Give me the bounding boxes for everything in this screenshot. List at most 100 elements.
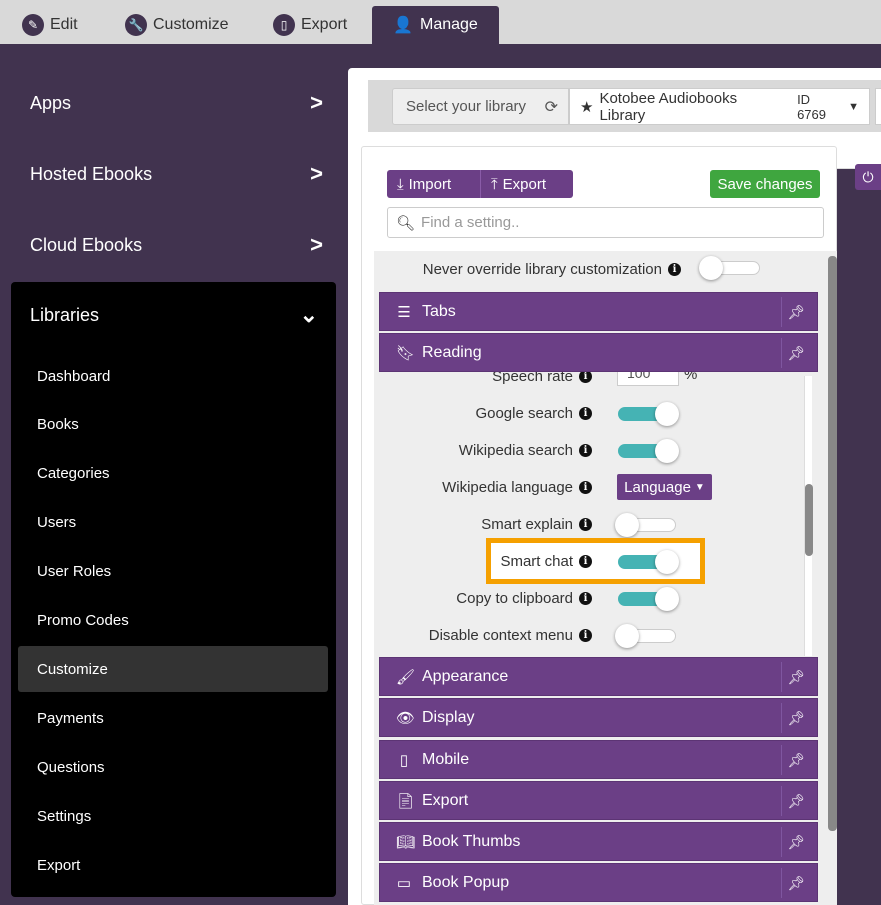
wikipedia-search-toggle[interactable] bbox=[618, 439, 679, 463]
mobile-icon: ▯ bbox=[399, 751, 409, 769]
settings-list: Never override library customization i ☰… bbox=[374, 251, 838, 905]
submenu-customize[interactable]: Customize bbox=[18, 646, 328, 692]
info-icon[interactable]: i bbox=[579, 480, 592, 494]
submenu-categories[interactable]: Categories bbox=[18, 450, 328, 496]
section-label: Appearance bbox=[422, 667, 509, 685]
sidebar-item-apps[interactable]: Apps > bbox=[0, 73, 345, 133]
save-changes-button[interactable]: Save changes bbox=[710, 170, 820, 198]
upload-icon: ⤒ bbox=[491, 175, 498, 193]
sidebar: Apps > Hosted Ebooks > Cloud Ebooks > Li… bbox=[0, 44, 345, 905]
sidebar-item-libraries[interactable]: Libraries ⌄ bbox=[11, 282, 336, 348]
pin-icon[interactable]: 📌︎ bbox=[781, 297, 811, 327]
speech-rate-text: Speech rate bbox=[492, 372, 573, 385]
setting-search-input[interactable]: 🔍︎ Find a setting.. bbox=[387, 207, 824, 238]
chevron-right-icon: > bbox=[310, 232, 323, 257]
language-dropdown-button[interactable]: Language ▼ bbox=[617, 474, 712, 500]
smart-chat-text: Smart chat bbox=[500, 552, 573, 570]
submenu-dashboard[interactable]: Dashboard bbox=[18, 353, 328, 399]
pin-icon[interactable]: 📌︎ bbox=[781, 868, 811, 898]
tab-manage-label: Manage bbox=[420, 16, 478, 33]
caret-down-icon: ▼ bbox=[848, 100, 859, 113]
pin-icon[interactable]: 📌︎ bbox=[781, 745, 811, 775]
section-reading[interactable]: 🔖︎ Reading 📌︎ bbox=[379, 333, 818, 372]
info-icon[interactable]: i bbox=[579, 443, 592, 457]
google-search-toggle[interactable] bbox=[618, 402, 679, 426]
tab-customize-label: Customize bbox=[153, 16, 229, 33]
copy-clipboard-label: Copy to clipboard i bbox=[456, 580, 592, 616]
info-icon[interactable]: i bbox=[579, 406, 592, 420]
disable-context-toggle[interactable] bbox=[615, 624, 676, 648]
tab-customize[interactable]: 🔧 Customize bbox=[115, 6, 239, 44]
bars-icon: ☰ bbox=[397, 303, 411, 321]
submenu-books[interactable]: Books bbox=[18, 401, 328, 447]
smart-explain-toggle[interactable] bbox=[615, 513, 676, 537]
sidebar-item-hosted-ebooks[interactable]: Hosted Ebooks > bbox=[0, 144, 345, 204]
info-icon[interactable]: i bbox=[579, 591, 592, 605]
libraries-menu: Libraries ⌄ Dashboard Books Categories U… bbox=[11, 282, 336, 897]
library-dropdown[interactable]: ★ Kotobee Audiobooks Library ID 6769 ▼ bbox=[569, 88, 870, 125]
section-tabs[interactable]: ☰ Tabs 📌︎ bbox=[379, 292, 818, 331]
top-tab-bar: ✎ Edit 🔧 Customize ▯ Export 👤 Manage bbox=[0, 0, 881, 44]
export-label: Export bbox=[502, 175, 546, 193]
copy-clipboard-toggle[interactable] bbox=[618, 587, 679, 611]
override-toggle[interactable] bbox=[699, 256, 760, 280]
disable-context-row: Disable context menu i bbox=[379, 617, 592, 653]
settings-scrollbar-thumb[interactable] bbox=[828, 256, 837, 831]
pin-icon[interactable]: 📌︎ bbox=[781, 338, 811, 368]
submenu-export[interactable]: Export bbox=[18, 842, 328, 888]
disable-context-text: Disable context menu bbox=[428, 626, 573, 644]
info-icon[interactable]: i bbox=[579, 517, 592, 531]
library-extra-control[interactable] bbox=[875, 88, 881, 125]
pin-icon[interactable]: 📌︎ bbox=[781, 786, 811, 816]
pin-icon[interactable]: 📌︎ bbox=[781, 703, 811, 733]
section-label: Display bbox=[422, 708, 475, 726]
info-icon[interactable]: i bbox=[579, 554, 592, 568]
section-label: Reading bbox=[422, 343, 482, 361]
smart-chat-label: Smart chat i bbox=[500, 543, 592, 579]
section-book-thumbs[interactable]: 📖︎ Book Thumbs 📌︎ bbox=[379, 822, 818, 861]
section-book-popup[interactable]: ▭ Book Popup 📌︎ bbox=[379, 863, 818, 902]
toggle-knob bbox=[699, 256, 723, 280]
sidebar-item-cloud-ebooks[interactable]: Cloud Ebooks > bbox=[0, 215, 345, 275]
export-button[interactable]: ⤒ Export bbox=[480, 170, 573, 198]
info-icon[interactable]: i bbox=[579, 628, 592, 642]
refresh-icon[interactable]: ⟳ bbox=[545, 97, 558, 117]
section-export[interactable]: 📄︎ Export 📌︎ bbox=[379, 781, 818, 820]
chevron-right-icon: > bbox=[310, 161, 323, 186]
section-display[interactable]: 👁︎ Display 📌︎ bbox=[379, 698, 818, 737]
tab-manage[interactable]: 👤 Manage bbox=[372, 6, 499, 44]
speech-rate-input[interactable]: 100 bbox=[617, 372, 679, 386]
smart-explain-label: Smart explain i bbox=[481, 506, 592, 542]
reading-scrollbar-thumb[interactable] bbox=[805, 484, 813, 556]
settings-panel: ⤓ Import ⤒ Export Save changes 🔍︎ Find a… bbox=[361, 146, 838, 905]
tab-edit[interactable]: ✎ Edit bbox=[12, 6, 88, 44]
power-icon[interactable]: ⏻ bbox=[855, 164, 881, 190]
pin-icon[interactable]: 📌︎ bbox=[781, 827, 811, 857]
section-label: Export bbox=[422, 791, 469, 809]
info-icon[interactable]: i bbox=[668, 262, 681, 276]
section-appearance[interactable]: 🖌︎ Appearance 📌︎ bbox=[379, 657, 818, 696]
info-icon[interactable]: i bbox=[579, 372, 592, 383]
sidebar-item-label: Cloud Ebooks bbox=[30, 234, 143, 255]
speech-rate-row: Speech rate i bbox=[379, 372, 592, 394]
submenu-users[interactable]: Users bbox=[18, 499, 328, 545]
smart-chat-toggle[interactable] bbox=[618, 550, 679, 574]
speech-rate-label: Speech rate i bbox=[492, 372, 592, 394]
submenu-user-roles[interactable]: User Roles bbox=[18, 548, 328, 594]
copy-clipboard-row: Copy to clipboard i bbox=[379, 580, 592, 616]
toggle-knob bbox=[615, 513, 639, 537]
disable-context-label: Disable context menu i bbox=[429, 617, 592, 653]
submenu-questions[interactable]: Questions bbox=[18, 744, 328, 790]
import-button[interactable]: ⤓ Import bbox=[387, 170, 480, 198]
pin-icon[interactable]: 📌︎ bbox=[781, 662, 811, 692]
submenu-promo-codes[interactable]: Promo Codes bbox=[18, 597, 328, 643]
book-icon: 📖︎ bbox=[396, 833, 416, 851]
toggle-knob bbox=[615, 624, 639, 648]
submenu-settings[interactable]: Settings bbox=[18, 793, 328, 839]
library-select-label[interactable]: Select your library ⟳ bbox=[392, 88, 569, 125]
tab-export[interactable]: ▯ Export bbox=[263, 6, 357, 44]
section-mobile[interactable]: ▯ Mobile 📌︎ bbox=[379, 740, 818, 779]
submenu-payments[interactable]: Payments bbox=[18, 695, 328, 741]
wikipedia-search-text: Wikipedia search bbox=[458, 441, 573, 459]
section-label: Mobile bbox=[422, 750, 470, 768]
